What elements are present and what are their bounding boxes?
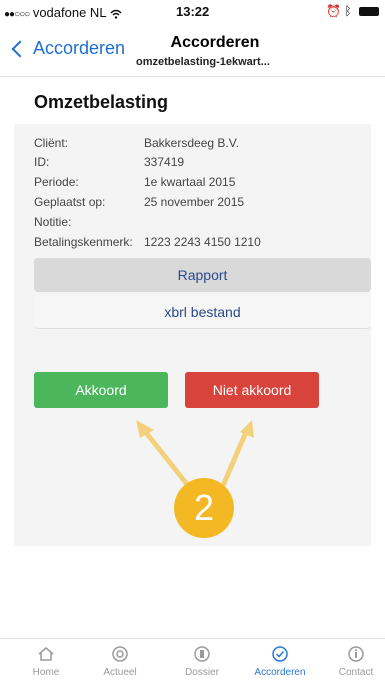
niet-akkoord-button[interactable]: Niet akkoord xyxy=(185,372,319,408)
tab-dossier[interactable]: Dossier xyxy=(172,645,232,678)
betalingskenmerk-value: 1223 2243 4150 1210 xyxy=(144,235,261,249)
back-label: Accorderen xyxy=(33,38,126,58)
status-icons: ⏰ ᛒ xyxy=(326,4,379,18)
home-icon xyxy=(38,647,54,661)
geplaatst-label: Geplaatst op: xyxy=(34,195,106,209)
page-title: Omzetbelasting xyxy=(34,92,169,112)
annotation-badge: 2 xyxy=(174,478,234,538)
nav-title: Accorderen xyxy=(170,34,260,51)
dossier-icon xyxy=(194,646,210,662)
carrier-name: vodafone NL xyxy=(32,5,107,20)
tab-home[interactable]: Home xyxy=(16,645,76,678)
navigation-bar: Accorderen Accorderen omzetbelasting-1ek… xyxy=(0,22,385,77)
nav-subtitle: omzetbelasting-1ekwart... xyxy=(136,56,270,68)
check-circle-icon xyxy=(272,646,288,662)
status-bar: ●●○○○ vodafone NL 13:22 ⏰ ᛒ xyxy=(0,0,385,22)
chevron-left-icon xyxy=(11,40,29,57)
carrier-info: ●●○○○ vodafone NL xyxy=(4,5,122,20)
info-icon xyxy=(348,646,364,662)
back-button[interactable]: Accorderen xyxy=(8,38,125,59)
tab-accorderen[interactable]: Accorderen xyxy=(250,645,310,678)
wifi-icon xyxy=(110,9,122,19)
tab-contact[interactable]: Contact xyxy=(326,645,385,678)
alarm-icon: ⏰ xyxy=(326,4,342,18)
rapport-button[interactable]: Rapport xyxy=(34,258,371,292)
xbrl-button[interactable]: xbrl bestand xyxy=(34,296,371,329)
tab-accorderen-label: Accorderen xyxy=(254,667,306,678)
tab-actueel[interactable]: Actueel xyxy=(90,645,150,678)
status-time: 13:22 xyxy=(176,4,210,19)
periode-label: Periode: xyxy=(34,175,79,189)
akkoord-button[interactable]: Akkoord xyxy=(34,372,168,408)
signal-icon: ●●○○○ xyxy=(4,9,30,20)
id-label: ID: xyxy=(34,155,50,169)
id-value: 337419 xyxy=(144,155,185,169)
tab-contact-label: Contact xyxy=(338,667,374,678)
actueel-icon xyxy=(112,646,128,662)
battery-icon xyxy=(359,7,379,17)
notitie-label: Notitie: xyxy=(34,215,72,229)
client-value: Bakkersdeeg B.V. xyxy=(144,136,239,150)
bluetooth-icon: ᛒ xyxy=(344,4,352,18)
periode-value: 1e kwartaal 2015 xyxy=(144,175,236,189)
tab-dossier-label: Dossier xyxy=(185,667,219,678)
tab-actueel-label: Actueel xyxy=(103,667,137,678)
tab-home-label: Home xyxy=(32,667,60,678)
betalingskenmerk-label: Betalingskenmerk: xyxy=(34,235,133,249)
client-label: Cliënt: xyxy=(34,136,69,150)
geplaatst-value: 25 november 2015 xyxy=(144,195,245,209)
tab-bar: Home Actueel Dossier Accorderen Contact xyxy=(0,638,385,687)
